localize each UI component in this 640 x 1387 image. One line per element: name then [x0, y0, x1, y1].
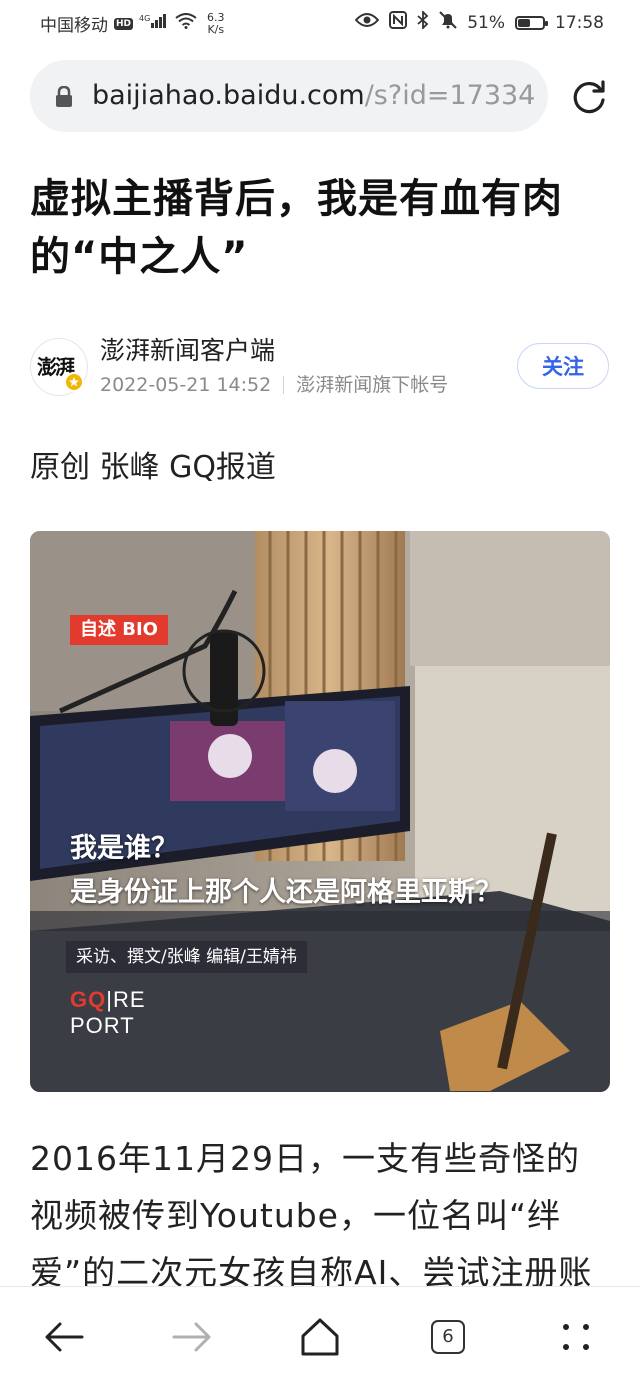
battery-percent: 51% — [467, 12, 505, 33]
account-note: 澎湃新闻旗下帐号 — [296, 374, 449, 396]
network-label: 4G — [139, 14, 150, 23]
media-tag: 自述 BIO — [70, 615, 168, 645]
network-speed: 6.3 K/s — [207, 10, 225, 36]
publish-date: 2022-05-21 14:52 — [100, 374, 272, 396]
forward-arrow-icon — [172, 1322, 211, 1352]
article-title: 虚拟主播背后，我是有血有肉的“中之人” — [30, 176, 563, 280]
home-button[interactable] — [298, 1315, 342, 1359]
follow-button[interactable]: 关注 — [517, 343, 609, 389]
forward-button[interactable] — [170, 1315, 214, 1359]
meta-divider — [283, 376, 285, 394]
subtitle-line-1: 我是谁？ — [70, 833, 178, 864]
lock-icon — [54, 85, 74, 112]
verified-badge-icon — [64, 372, 84, 392]
menu-dots-icon — [563, 1324, 589, 1350]
video-thumbnail[interactable]: 自述 BIO 我是谁？ 是身份证上那个人还是阿格里亚斯？ 采访、撰文/张峰 编辑… — [30, 531, 610, 1092]
subtitle-line-2: 是身份证上那个人还是阿格里亚斯？ — [70, 877, 502, 908]
mute-bell-icon — [439, 11, 457, 34]
video-subtitles: 我是谁？ 是身份证上那个人还是阿格里亚斯？ — [70, 827, 594, 915]
url-text[interactable]: baijiahao.baidu.com/s?id=17334 — [92, 78, 536, 114]
signal-icon: 4G — [139, 13, 169, 34]
tab-count: 6 — [431, 1320, 465, 1354]
article-body: 2016年11月29日，一支有些奇怪的视频被传到Youtube，一位名叫“绊爱”… — [30, 1139, 593, 1292]
battery-icon — [515, 15, 548, 30]
gq-report-logo: GQ|RE PORT — [70, 987, 146, 1038]
address-bar[interactable]: baijiahao.baidu.com/s?id=17334 — [30, 60, 548, 132]
bottom-nav-bar: 6 — [0, 1286, 640, 1387]
back-button[interactable] — [42, 1315, 86, 1359]
carrier-label: 中国移动 — [40, 16, 108, 36]
reload-button[interactable] — [568, 76, 610, 122]
author-name[interactable]: 澎湃新闻客户端 — [100, 334, 275, 368]
hd-badge: HD — [114, 17, 134, 30]
reload-icon — [573, 80, 605, 114]
status-bar: 中国移动 HD 4G 6.3 K/s 51% 17:58 — [0, 0, 640, 44]
menu-button[interactable] — [554, 1315, 598, 1359]
article-byline: 原创 张峰 GQ报道 — [30, 450, 276, 485]
back-arrow-icon — [45, 1322, 84, 1352]
home-icon — [301, 1318, 339, 1356]
media-credit: 采访、撰文/张峰 编辑/王婧祎 — [66, 941, 307, 973]
author-meta: 2022-05-21 14:52 澎湃新闻旗下帐号 — [100, 372, 448, 398]
bluetooth-icon — [417, 9, 429, 34]
tabs-button[interactable]: 6 — [426, 1315, 470, 1359]
nfc-icon — [389, 11, 408, 34]
eye-icon — [354, 12, 380, 33]
wifi-icon — [175, 13, 197, 34]
clock: 17:58 — [555, 12, 604, 33]
